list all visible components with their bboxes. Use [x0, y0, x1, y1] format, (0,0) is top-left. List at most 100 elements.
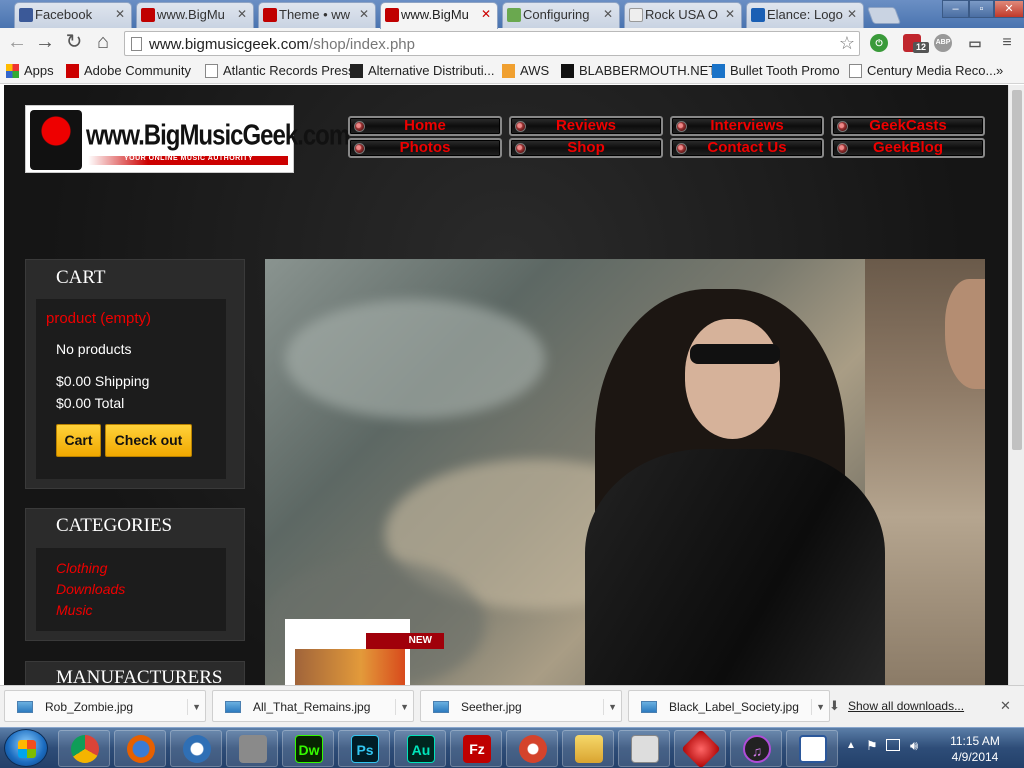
taskbar-clock[interactable]: 11:15 AM 4/9/2014 — [940, 733, 1010, 765]
bookmark-label: Adobe Community — [84, 63, 191, 78]
taskbar-firefox[interactable] — [114, 730, 166, 767]
close-tab-icon[interactable]: ✕ — [603, 7, 613, 21]
home-icon[interactable]: ⌂ — [91, 31, 115, 55]
tab-facebook[interactable]: Facebook ✕ — [14, 2, 132, 28]
product-thumbnail[interactable] — [285, 619, 410, 685]
bookmark-adobe-community[interactable]: Adobe Community — [66, 63, 191, 78]
bookmark-century-media[interactable]: Century Media Reco... — [849, 63, 996, 78]
tab-configuring[interactable]: Configuring ✕ — [502, 2, 620, 28]
download-menu-arrow-icon[interactable]: ▼ — [811, 699, 825, 715]
bookmark-alternative-distribution[interactable]: Alternative Distributi... — [350, 63, 494, 78]
info-icon — [712, 64, 725, 78]
network-icon[interactable] — [886, 739, 900, 751]
close-tab-icon[interactable]: ✕ — [359, 7, 369, 21]
nav-home-button[interactable]: Home — [348, 116, 502, 136]
menu-bullet-icon — [837, 143, 848, 154]
site-logo[interactable]: www.BigMusicGeek.com YOUR ONLINE MUSIC A… — [25, 105, 350, 173]
taskbar-file-manager[interactable] — [226, 730, 278, 767]
taskbar-app[interactable] — [674, 729, 726, 768]
close-window-button[interactable]: ✕ — [994, 0, 1024, 18]
category-link-music[interactable]: Music — [56, 602, 93, 618]
nav-contact-us-button[interactable]: Contact Us — [670, 138, 824, 158]
nav-geekcasts-button[interactable]: GeekCasts — [831, 116, 985, 136]
taskbar-ccleaner[interactable] — [506, 730, 558, 767]
taskbar-audition[interactable]: Au — [394, 730, 446, 767]
minimize-button[interactable]: – — [942, 0, 969, 18]
category-link-downloads[interactable]: Downloads — [56, 581, 125, 597]
taskbar-photoshop[interactable]: Ps — [338, 730, 390, 767]
tab-bigmusicgeek[interactable]: www.BigMu ✕ — [136, 2, 254, 28]
download-item[interactable]: Seether.jpg ▼ — [420, 690, 622, 722]
adobe-icon — [66, 64, 79, 78]
taskbar-dreamweaver[interactable]: Dw — [282, 730, 334, 767]
maximize-button[interactable]: ▫ — [969, 0, 994, 18]
close-tab-icon[interactable]: ✕ — [237, 7, 247, 21]
extension-green-icon[interactable]: ⏻ — [870, 34, 888, 52]
headphones-mascot-icon — [30, 110, 82, 170]
nav-geekblog-button[interactable]: GeekBlog — [831, 138, 985, 158]
blabbermouth-icon — [561, 64, 574, 78]
checkout-button[interactable]: Check out — [105, 424, 192, 457]
scrollbar-thumb[interactable] — [1012, 90, 1022, 450]
cart-button[interactable]: Cart — [56, 424, 101, 457]
nav-reviews-button[interactable]: Reviews — [509, 116, 663, 136]
tab-rock-usa[interactable]: Rock USA O ✕ — [624, 2, 742, 28]
bookmark-blabbermouth[interactable]: BLABBERMOUTH.NET — [561, 63, 716, 78]
windows-logo-icon — [18, 740, 36, 758]
show-all-downloads-link[interactable]: ⬇ Show all downloads... — [829, 698, 965, 713]
close-tab-icon[interactable]: ✕ — [847, 7, 857, 21]
forward-icon[interactable]: → — [33, 31, 57, 55]
start-button[interactable] — [4, 729, 48, 767]
bookmark-atlantic-records[interactable]: Atlantic Records Press — [205, 63, 355, 78]
adblock-plus-icon[interactable]: ABP — [934, 34, 952, 52]
menu-icon[interactable]: ≡ — [998, 34, 1016, 52]
back-icon[interactable]: ← — [5, 31, 29, 55]
show-all-label: Show all downloads... — [848, 699, 965, 713]
action-center-flag-icon[interactable]: ⚑ — [866, 738, 878, 754]
category-link-clothing[interactable]: Clothing — [56, 560, 107, 576]
close-tab-icon[interactable]: ✕ — [115, 7, 125, 21]
bookmark-bullet-tooth-promo[interactable]: Bullet Tooth Promo — [712, 63, 840, 78]
download-item[interactable]: All_That_Remains.jpg ▼ — [212, 690, 414, 722]
bookmarks-overflow-button[interactable]: » — [996, 63, 1003, 78]
taskbar-clipboard[interactable] — [618, 730, 670, 767]
nav-interviews-button[interactable]: Interviews — [670, 116, 824, 136]
taskbar-filezilla[interactable]: Fz — [450, 730, 502, 767]
taskbar-thunderbird[interactable] — [170, 730, 222, 767]
new-tab-button[interactable] — [866, 7, 902, 24]
taskbar-word[interactable] — [786, 730, 838, 767]
address-bar[interactable]: www.bigmusicgeek.com/shop/index.php ☆ — [124, 31, 860, 56]
download-item[interactable]: Rob_Zombie.jpg ▼ — [4, 690, 206, 722]
bookmark-aws[interactable]: AWS — [502, 63, 549, 78]
tab-bigmusicgeek-active[interactable]: www.BigMu ✕ — [380, 2, 498, 29]
clock-time: 11:15 AM — [950, 734, 1000, 748]
nav-label: GeekCasts — [869, 117, 947, 134]
photoshop-icon: Ps — [351, 735, 379, 763]
close-downloads-bar-icon[interactable]: ✕ — [1000, 698, 1011, 714]
bookmarks-bar: Apps Adobe Community Atlantic Records Pr… — [0, 58, 1024, 84]
page-scrollbar[interactable] — [1008, 85, 1024, 685]
downloads-bar: Rob_Zombie.jpg ▼ All_That_Remains.jpg ▼ … — [0, 685, 1024, 727]
taskbar-itunes[interactable]: ♫ — [730, 730, 782, 767]
download-menu-arrow-icon[interactable]: ▼ — [187, 699, 201, 715]
chrome-icon — [71, 735, 99, 763]
bookmark-label: Apps — [24, 63, 54, 78]
tab-title: Theme • ww — [279, 7, 351, 22]
close-tab-icon[interactable]: ✕ — [481, 7, 491, 21]
tab-elance[interactable]: Elance: Logo ✕ — [746, 2, 864, 28]
cast-icon[interactable]: ▭ — [966, 34, 984, 52]
taskbar-chrome[interactable] — [58, 730, 110, 767]
tab-theme[interactable]: Theme • ww ✕ — [258, 2, 376, 28]
download-item[interactable]: Black_Label_Society.jpg ▼ — [628, 690, 830, 722]
close-tab-icon[interactable]: ✕ — [725, 7, 735, 21]
reload-icon[interactable]: ↻ — [62, 31, 86, 55]
download-menu-arrow-icon[interactable]: ▼ — [395, 699, 409, 715]
nav-photos-button[interactable]: Photos — [348, 138, 502, 158]
download-menu-arrow-icon[interactable]: ▼ — [603, 699, 617, 715]
show-hidden-icons-icon[interactable]: ▲ — [846, 740, 856, 751]
bookmark-apps[interactable]: Apps — [6, 63, 54, 78]
nav-shop-button[interactable]: Shop — [509, 138, 663, 158]
volume-icon[interactable]: 🔊︎ — [910, 738, 918, 754]
taskbar-explorer[interactable] — [562, 730, 614, 767]
bookmark-star-icon[interactable]: ☆ — [839, 33, 855, 54]
